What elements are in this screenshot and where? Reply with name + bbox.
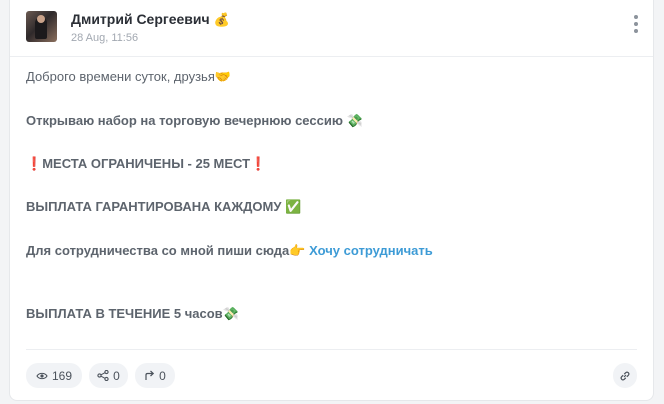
forwards-count: 0 bbox=[159, 368, 166, 383]
payout-line: ВЫПЛАТА В ТЕЧЕНИЕ 5 часов💸 bbox=[26, 305, 239, 323]
greeting-text: Доброго времени суток, друзья bbox=[26, 69, 215, 84]
payout-text: ВЫПЛАТА В ТЕЧЕНИЕ 5 часов bbox=[26, 306, 223, 321]
pointing-right-icon: 👉 bbox=[289, 243, 306, 258]
share-icon bbox=[97, 370, 109, 381]
limited-line: ❗МЕСТА ОГРАНИЧЕНЫ - 25 МЕСТ❗ bbox=[26, 155, 266, 173]
author-name-text: Дмитрий Сергеевич bbox=[71, 11, 210, 27]
author-name[interactable]: Дмитрий Сергеевич 💰 bbox=[71, 11, 230, 28]
avatar[interactable] bbox=[26, 11, 57, 42]
exclamation-icon: ❗ bbox=[250, 156, 267, 171]
check-icon: ✅ bbox=[285, 199, 302, 214]
guarantee-line: ВЫПЛАТА ГАРАНТИРОВАНА КАЖДОМУ ✅ bbox=[26, 198, 301, 216]
money-wings-icon: 💸 bbox=[222, 306, 239, 321]
exclamation-icon: ❗ bbox=[26, 156, 43, 171]
copy-link-button[interactable] bbox=[613, 363, 637, 388]
announce-text: Открываю набор на торговую вечернюю сесс… bbox=[26, 113, 343, 128]
forwards-button[interactable]: 0 bbox=[135, 363, 175, 388]
post-card: Дмитрий Сергеевич 💰 28 Aug, 11:56 Доброго… bbox=[9, 0, 654, 401]
limited-text: МЕСТА ОГРАНИЧЕНЫ - 25 МЕСТ bbox=[42, 156, 251, 171]
post-date: 28 Aug, 11:56 bbox=[71, 32, 139, 44]
guarantee-text: ВЫПЛАТА ГАРАНТИРОВАНА КАЖДОМУ bbox=[26, 199, 282, 214]
link-icon bbox=[620, 370, 630, 381]
cooperate-link[interactable]: Хочу сотрудничать bbox=[309, 243, 433, 258]
announce-line: Открываю набор на торговую вечернюю сесс… bbox=[26, 112, 363, 130]
greeting-line: Доброго времени суток, друзья🤝 bbox=[26, 68, 231, 86]
views-count: 169 bbox=[51, 368, 73, 383]
money-bag-icon: 💰 bbox=[213, 12, 230, 27]
shares-button[interactable]: 0 bbox=[89, 363, 128, 388]
shares-count: 0 bbox=[113, 368, 120, 383]
contact-text: Для сотрудничества со мной пиши сюда bbox=[26, 243, 290, 258]
handshake-icon: 🤝 bbox=[214, 69, 232, 84]
money-wings-icon: 💸 bbox=[346, 113, 363, 128]
contact-line: Для сотрудничества со мной пиши сюда👉 Хо… bbox=[26, 242, 433, 260]
eye-icon bbox=[36, 372, 48, 379]
post-header: Дмитрий Сергеевич 💰 28 Aug, 11:56 bbox=[10, 0, 653, 57]
avatar-face bbox=[37, 15, 45, 23]
more-vertical-icon[interactable] bbox=[631, 15, 641, 37]
views-button[interactable]: 169 bbox=[26, 363, 82, 388]
forward-icon bbox=[145, 370, 155, 380]
footer-divider bbox=[26, 349, 637, 350]
